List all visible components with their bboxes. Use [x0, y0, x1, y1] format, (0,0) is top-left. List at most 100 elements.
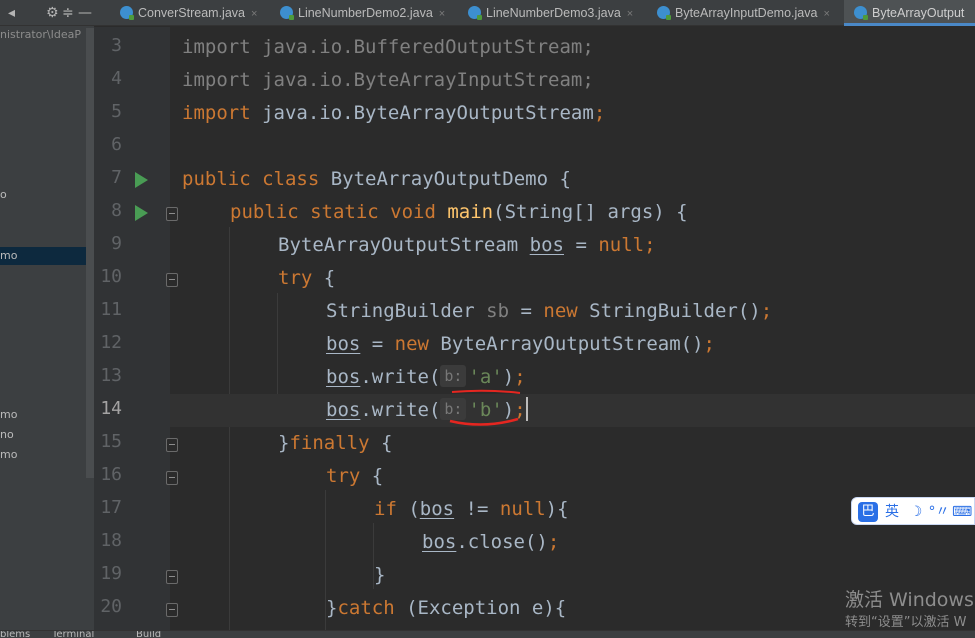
code-line[interactable]: if (bos != null){	[374, 493, 569, 526]
code-line[interactable]: public static void main(String[] args) {	[230, 196, 688, 229]
line-number: 11	[100, 299, 122, 320]
semicolon: ;	[593, 102, 606, 124]
line-number: 15	[100, 431, 122, 452]
punctuation-icon[interactable]: °〃	[928, 502, 950, 522]
keyword: import	[182, 36, 251, 58]
keyword: null	[598, 234, 645, 256]
tab-bytearrayoutputdemo[interactable]: ByteArrayOutput	[844, 0, 975, 26]
keyword: try	[278, 267, 313, 289]
keyword: import	[182, 102, 251, 124]
tab-label: ConverStream.java	[138, 6, 245, 20]
code-line[interactable]: try {	[278, 262, 335, 295]
code-text: ByteArrayOutputStream()	[428, 333, 704, 355]
close-icon[interactable]: ×	[251, 8, 257, 20]
tab-bytearrayinputdemo[interactable]: ByteArrayInputDemo.java ×	[657, 0, 839, 26]
sidebar-scrollbar[interactable]	[86, 28, 94, 478]
tab-linenumberdemo2[interactable]: LineNumberDemo2.java ×	[280, 0, 450, 26]
tab-label: ByteArrayInputDemo.java	[675, 6, 818, 20]
keyword: new	[394, 333, 429, 355]
code-line[interactable]: }catch (Exception e){	[326, 592, 566, 625]
code-line[interactable]: try {	[326, 460, 383, 493]
code-line[interactable]: public class ByteArrayOutputDemo {	[182, 163, 571, 196]
tree-item[interactable]: mo	[0, 406, 86, 424]
tool-window-problems[interactable]: blems	[0, 631, 30, 638]
collapse-icon[interactable]: ≑	[62, 3, 74, 23]
gear-icon[interactable]: ⚙	[46, 3, 59, 23]
line-number: 13	[100, 365, 122, 386]
java-class-icon	[854, 6, 868, 20]
keyword: public class	[182, 168, 320, 190]
line-number: 4	[111, 68, 122, 89]
code-editor[interactable]: import java.io.BufferedOutputStream; imp…	[170, 27, 975, 630]
keyword: null	[499, 498, 546, 520]
line-number: 8	[111, 200, 122, 221]
ime-language-toggle[interactable]: 英	[882, 502, 902, 522]
code-line[interactable]: bos = new ByteArrayOutputStream();	[326, 328, 715, 361]
code-text: }	[326, 597, 338, 619]
code-text: .close()	[456, 531, 548, 553]
line-number: 19	[100, 563, 122, 584]
code-line[interactable]: import java.io.ByteArrayInputStream;	[182, 64, 594, 97]
tree-item[interactable]: mo	[0, 446, 86, 464]
run-main-icon[interactable]	[135, 205, 148, 221]
keyboard-icon[interactable]: ⌨	[952, 502, 972, 522]
close-icon[interactable]: ×	[627, 8, 633, 20]
code-text: (	[396, 498, 420, 520]
code-text: }	[278, 432, 290, 454]
close-icon[interactable]: ×	[439, 8, 445, 20]
line-number: 6	[111, 134, 122, 155]
project-root-path[interactable]: nistrator\IdeaP	[0, 28, 81, 41]
tab-label: LineNumberDemo3.java	[486, 6, 621, 20]
moon-icon[interactable]: ☽	[906, 502, 926, 522]
code-line-current[interactable]: bos.write(b:'b');	[170, 394, 975, 427]
ime-logo-icon[interactable]: 巴	[858, 502, 878, 522]
java-class-icon	[120, 6, 134, 20]
variable: bos	[419, 498, 455, 520]
line-number: 18	[100, 530, 122, 551]
type-name: StringBuilder	[326, 300, 487, 322]
operator: =	[360, 333, 395, 355]
project-panel[interactable]: ◂ ⚙ ≑ — nistrator\IdeaP o mo mo no mo	[0, 0, 94, 630]
run-class-icon[interactable]	[135, 172, 148, 188]
minimize-icon[interactable]: —	[78, 3, 92, 23]
tab-label: ByteArrayOutput	[872, 6, 965, 20]
line-number: 9	[111, 233, 122, 254]
class-name: ByteArrayOutputDemo {	[319, 168, 571, 190]
tree-item[interactable]: no	[0, 426, 86, 444]
chevron-left-icon[interactable]: ◂	[8, 3, 15, 23]
tab-label: LineNumberDemo2.java	[298, 6, 433, 20]
red-underline-annotation	[449, 417, 519, 426]
keyword: public static void	[230, 201, 436, 223]
code-text: }	[374, 564, 386, 586]
code-text: {	[312, 267, 336, 289]
code-line[interactable]: import java.io.ByteArrayOutputStream;	[182, 97, 605, 130]
tab-converstream[interactable]: ConverStream.java ×	[120, 0, 270, 26]
variable: bos	[326, 333, 361, 355]
code-line[interactable]: ByteArrayOutputStream bos = null;	[278, 229, 656, 262]
java-class-icon	[657, 6, 671, 20]
ime-toolbar[interactable]: 巴 英 ☽ °〃 ⌨	[851, 497, 975, 525]
tree-item-selected[interactable]: mo	[0, 247, 86, 265]
code-line[interactable]: }	[374, 559, 385, 592]
code-line[interactable]: import java.io.BufferedOutputStream;	[182, 31, 594, 64]
editor-tab-bar: ConverStream.java × LineNumberDemo2.java ×…	[94, 0, 975, 26]
tool-window-build[interactable]: Build	[136, 631, 161, 638]
editor-gutter[interactable]: 3 4 5 6 7 8 9 10 11 12 13 14 15 16 17 18…	[94, 27, 178, 630]
keyword: import	[182, 69, 251, 91]
operator: =	[509, 300, 544, 322]
tree-item[interactable]: o	[0, 186, 86, 204]
tool-window-terminal[interactable]: Terminal	[52, 631, 94, 638]
code-line[interactable]: StringBuilder sb = new StringBuilder();	[326, 295, 772, 328]
tab-linenumberdemo3[interactable]: LineNumberDemo3.java ×	[468, 0, 638, 26]
code-text: (String[] args) {	[493, 201, 688, 223]
code-text: )	[502, 366, 515, 388]
code-line[interactable]: bos.close();	[422, 526, 559, 559]
code-text: StringBuilder()	[577, 300, 761, 322]
tool-window-bar: blems Terminal Build	[0, 630, 975, 638]
type-name: ByteArrayOutputStream	[278, 234, 530, 256]
code-line[interactable]: }finally {	[278, 427, 392, 460]
line-number: 10	[100, 266, 122, 287]
indent-guide	[229, 227, 230, 630]
close-icon[interactable]: ×	[823, 8, 829, 20]
parameter-hint: b:	[440, 365, 467, 387]
